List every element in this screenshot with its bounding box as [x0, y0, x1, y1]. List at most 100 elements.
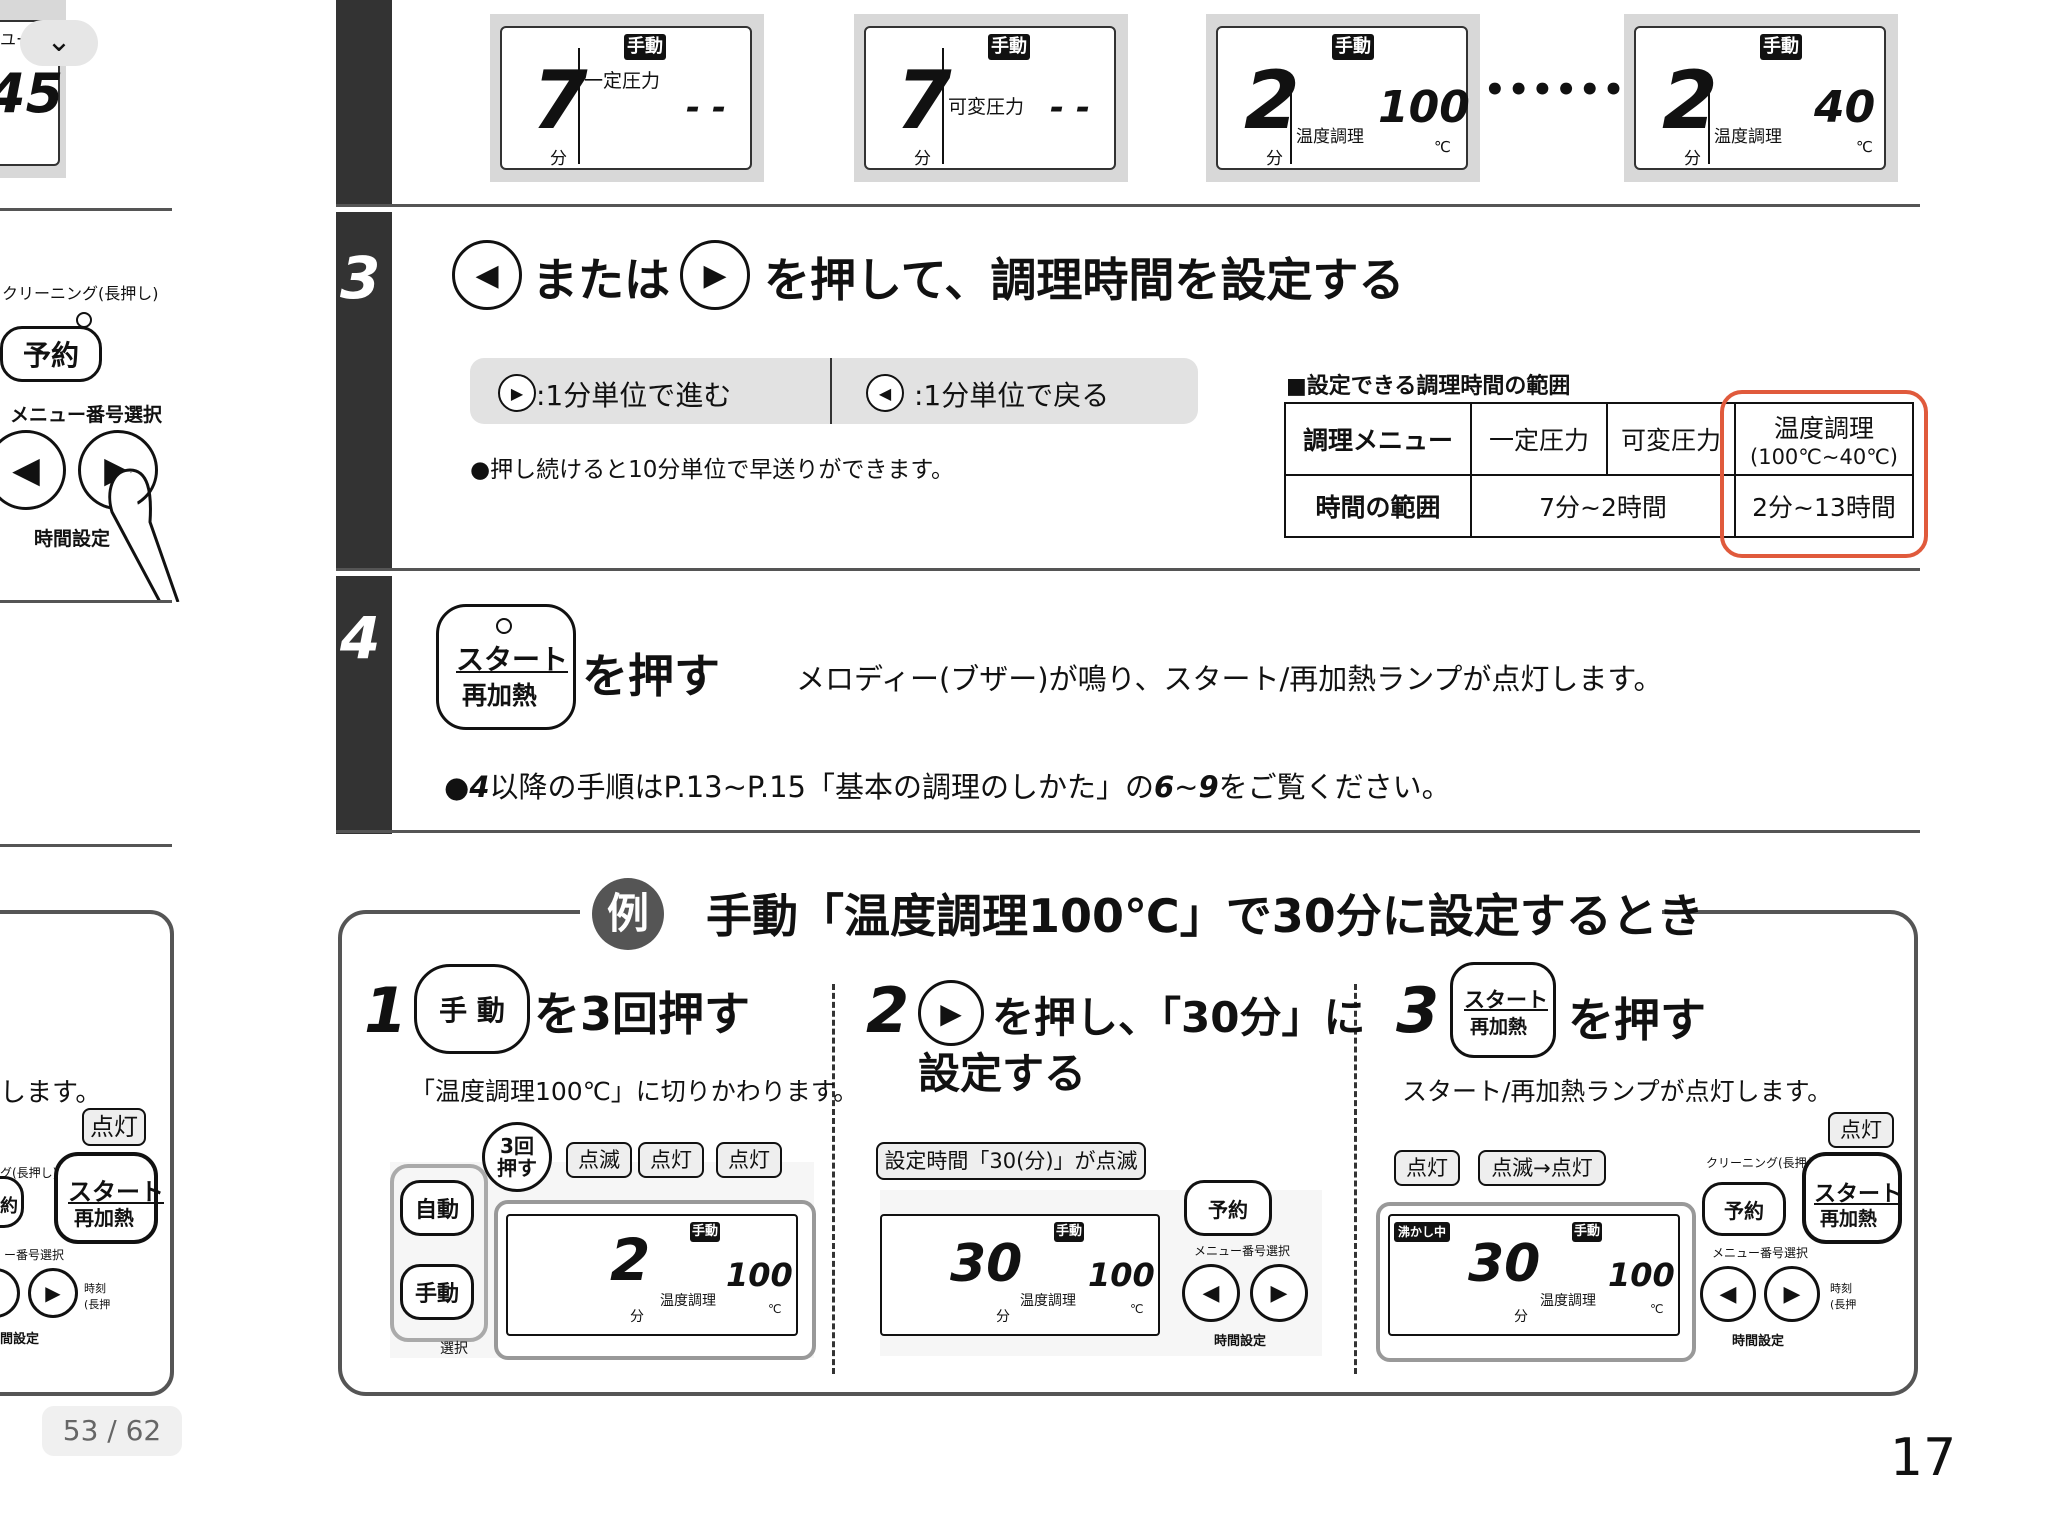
ex1-auto-button[interactable]: 自動 — [400, 1180, 474, 1236]
ex3-boiling-tag: 沸かし中 — [1394, 1222, 1450, 1242]
next-button[interactable]: ▶ — [680, 240, 750, 310]
triangle-right-icon: ▶ — [940, 996, 962, 1030]
triangle-left-icon: ◀ — [1202, 1280, 1220, 1306]
ex3-heading: を押す — [1568, 993, 1706, 1047]
ex2-menu: 温度調理 — [1020, 1293, 1076, 1309]
next-icon-small: ▶ — [498, 374, 536, 412]
start-button-bottom: 再加熱 — [462, 681, 538, 710]
left-bottom-clock: 時刻 — [84, 1282, 106, 1295]
left-time-label: 時間設定 — [34, 528, 111, 550]
ex3-long: (長押 — [1830, 1298, 1857, 1311]
page-number: 17 — [1890, 1428, 1957, 1488]
ex3-prev-small[interactable]: ◀ — [1700, 1266, 1756, 1322]
ex3-time-label: 時間設定 — [1732, 1334, 1785, 1349]
step-bar-top — [336, 0, 392, 206]
highlight-ring — [1720, 390, 1928, 558]
ex3-menu-label: メニュー番号選択 — [1712, 1246, 1809, 1260]
ex2-prev-small[interactable]: ◀ — [1182, 1264, 1240, 1322]
page-indicator: 53 / 62 — [42, 1406, 182, 1456]
triangle-right-icon: ▶ — [1783, 1281, 1801, 1307]
left-cleaning-label: クリーニング(長押し) — [2, 284, 159, 303]
ex1-callout-lit-2: 点灯 — [716, 1142, 782, 1178]
ex3-number: 3 — [1396, 974, 1440, 1047]
triangle-left-icon: ◀ — [1719, 1281, 1737, 1307]
step4-note: ●4以降の手順はP.13~P.15「基本の調理のしかた」の6~9をご覧ください。 — [444, 770, 1451, 804]
ex3-value: 100 — [1608, 1256, 1675, 1294]
step3-heading: を押して、調理時間を設定する — [764, 253, 1405, 307]
ex2-heading-2: 設定する — [918, 1049, 1087, 1098]
ex2-value: 100 — [1088, 1256, 1155, 1294]
lcd-display: 手動 7 分 可変圧力 - - — [854, 14, 1128, 182]
divider-3 — [336, 830, 1920, 833]
start-button-top: スタート — [456, 643, 569, 676]
collapse-button[interactable]: ⌄ — [20, 20, 98, 66]
lcd-display: 手動 2 分 温度調理 100 ℃ — [1206, 14, 1480, 182]
left-bottom-next[interactable]: ▶ — [28, 1268, 78, 1318]
prev-icon-small: ◀ — [866, 374, 904, 412]
ex3-reserve-button[interactable]: 予約 — [1702, 1182, 1786, 1236]
ex2-digit: 30 — [950, 1234, 1023, 1294]
range-table-title: ■設定できる調理時間の範囲 — [1286, 374, 1571, 399]
lcd-display: 手動 2 分 温度調理 40 ℃ — [1624, 14, 1898, 182]
ex2-menu-label: メニュー番号選択 — [1194, 1244, 1291, 1258]
ex3-start-top: スタート — [1464, 988, 1548, 1012]
header-constant: 一定圧力 — [1470, 402, 1608, 476]
ex3-deg: ℃ — [1650, 1302, 1664, 1316]
left-reserve-button[interactable]: 予約 — [0, 326, 102, 382]
lcd-display: 手動 7 分 一定圧力 - - — [490, 14, 764, 182]
ex3-next-small[interactable]: ▶ — [1764, 1266, 1820, 1322]
forward-back-sep — [830, 358, 832, 424]
range-pressure: 7分~2時間 — [1470, 474, 1736, 538]
ex2-next-small[interactable]: ▶ — [1250, 1264, 1308, 1322]
chevron-down-icon: ⌄ — [46, 24, 72, 59]
left-menu-label: メニュー番号選択 — [10, 404, 163, 426]
back-text: :1分単位で戻る — [914, 379, 1110, 412]
ex1-callout-blink: 点滅 — [566, 1142, 632, 1178]
ex3-start-bottom: 再加熱 — [1470, 1016, 1528, 1038]
triangle-left-icon: ◀ — [475, 257, 499, 293]
ex2-heading-1: を押し、「30分」に — [992, 993, 1366, 1042]
ex2-deg: ℃ — [1130, 1302, 1144, 1316]
ex2-next-button[interactable]: ▶ — [918, 980, 984, 1046]
ex2-unit: 分 — [996, 1309, 1010, 1325]
ex3-unit: 分 — [1514, 1309, 1528, 1325]
ex1-bubble: 3回 押す — [482, 1122, 552, 1192]
ex2-reserve-button[interactable]: 予約 — [1184, 1180, 1272, 1236]
ex1-manual-small[interactable]: 手動 — [400, 1264, 474, 1320]
header-menu: 調理メニュー — [1284, 402, 1472, 476]
ex1-digit: 2 — [610, 1226, 651, 1294]
left-bottom-long: (長押 — [84, 1298, 111, 1311]
triangle-left-icon: ◀ — [12, 449, 40, 491]
step3-note: ●押し続けると10分単位で早送りができます。 — [470, 457, 955, 483]
left-start-bottom: 再加熱 — [74, 1206, 134, 1230]
step3-heading-mid: または — [532, 253, 670, 307]
ex3-callout-blink-lit: 点滅→点灯 — [1478, 1150, 1606, 1186]
left-divider-2 — [0, 600, 172, 603]
ex3-callout-lit: 点灯 — [1394, 1150, 1460, 1186]
ex1-menu: 温度調理 — [660, 1293, 716, 1309]
ex1-callout-lit-1: 点灯 — [638, 1142, 704, 1178]
ex2-number: 2 — [866, 974, 910, 1047]
ex1-select-label: 選択 — [440, 1341, 468, 1357]
ex3-digit: 30 — [1468, 1234, 1541, 1294]
ex1-manual-button[interactable]: 手 動 — [414, 964, 530, 1054]
left-partial-text: します。 — [0, 1078, 102, 1108]
ex1-mode-tag: 手動 — [690, 1222, 720, 1242]
step4-heading: を押す — [582, 649, 720, 703]
ex1-unit: 分 — [630, 1309, 644, 1325]
start-lamp-icon — [496, 618, 512, 634]
triangle-right-icon: ▶ — [45, 1281, 61, 1305]
ex1-deg: ℃ — [768, 1302, 782, 1316]
triangle-left-icon: ◀ — [878, 383, 892, 403]
ex3-desc: スタート/再加熱ランプが点灯します。 — [1402, 1077, 1833, 1106]
left-prev-button[interactable]: ◀ — [0, 430, 66, 510]
prev-button[interactable]: ◀ — [452, 240, 522, 310]
header-variable: 可変圧力 — [1606, 402, 1736, 476]
divider-2 — [336, 568, 1920, 571]
example-title: 手動「温度調理100℃」で30分に設定するとき — [706, 889, 1704, 943]
left-divider-1 — [0, 208, 172, 211]
ex2-time-label: 時間設定 — [1214, 1334, 1267, 1349]
left-bottom-time: 間設定 — [0, 1332, 40, 1347]
triangle-right-icon: ▶ — [510, 383, 524, 403]
ex2-mode-tag: 手動 — [1054, 1222, 1084, 1242]
